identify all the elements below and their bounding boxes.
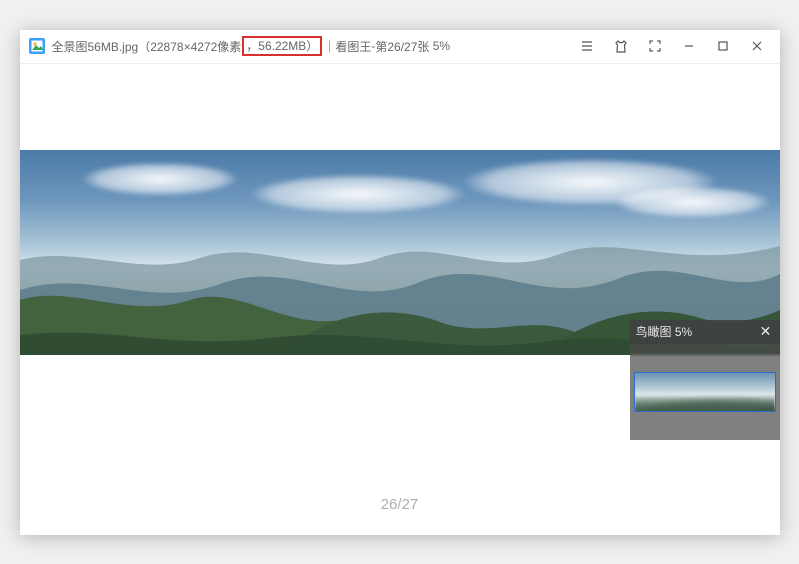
- maximize-button[interactable]: [706, 31, 740, 61]
- birdseye-close-icon[interactable]: ✕: [758, 324, 774, 340]
- skin-button[interactable]: [604, 31, 638, 61]
- titlebar[interactable]: 全景图56MB.jpg （22878×4272像素 ，56.22MB） ｜ 看图…: [20, 30, 780, 64]
- app-icon: [28, 37, 46, 55]
- image-viewer-window: 全景图56MB.jpg （22878×4272像素 ，56.22MB） ｜ 看图…: [20, 30, 780, 535]
- window-title: 全景图56MB.jpg （22878×4272像素 ，56.22MB） ｜ 看图…: [52, 36, 451, 56]
- birdseye-body[interactable]: [630, 344, 780, 440]
- birdseye-title: 鸟瞰图: [636, 323, 672, 340]
- title-filename: 全景图56MB.jpg: [52, 38, 139, 55]
- birdseye-zoom: 5%: [675, 325, 692, 339]
- close-button[interactable]: [740, 31, 774, 61]
- menu-button[interactable]: [570, 31, 604, 61]
- title-zoom: 5%: [433, 39, 450, 53]
- page-counter: 26/27: [20, 496, 780, 513]
- fullscreen-button[interactable]: [638, 31, 672, 61]
- title-dimensions: （22878×4272像素: [138, 38, 241, 55]
- image-viewport[interactable]: 鸟瞰图 5% ✕ 26/27: [20, 64, 780, 535]
- title-separator: ｜: [323, 38, 335, 55]
- title-app-name: 看图王: [335, 38, 371, 55]
- birdseye-header[interactable]: 鸟瞰图 5% ✕: [630, 320, 780, 344]
- birdseye-panel[interactable]: 鸟瞰图 5% ✕: [630, 320, 780, 440]
- title-filesize-highlight: ，56.22MB）: [242, 36, 322, 56]
- window-controls: [570, 31, 774, 61]
- title-position: 第26/27张: [375, 38, 429, 55]
- minimize-button[interactable]: [672, 31, 706, 61]
- birdseye-thumbnail[interactable]: [634, 372, 776, 412]
